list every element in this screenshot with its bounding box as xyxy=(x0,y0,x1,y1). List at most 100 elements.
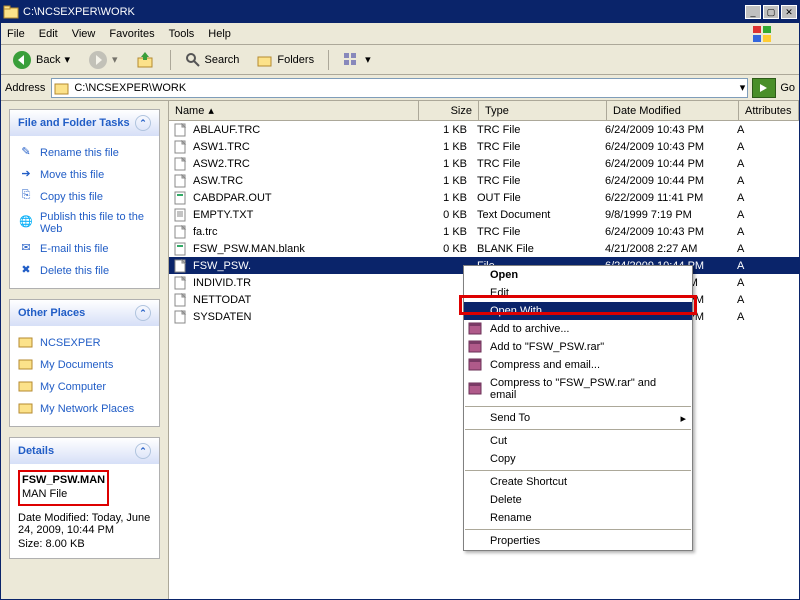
task-link[interactable]: ✎Rename this file xyxy=(18,142,151,164)
places-header[interactable]: Other Places ⌃ xyxy=(10,300,159,326)
windows-logo-icon xyxy=(751,24,779,44)
ctx-open[interactable]: Open xyxy=(464,266,692,284)
file-icon xyxy=(173,123,189,137)
ctx-edit[interactable]: Edit xyxy=(464,284,692,302)
archive-icon xyxy=(468,321,484,337)
file-icon xyxy=(173,310,189,324)
collapse-icon[interactable]: ⌃ xyxy=(135,115,151,131)
task-link[interactable]: 🌐Publish this file to the Web xyxy=(18,208,151,238)
go-label: Go xyxy=(780,82,795,94)
address-input[interactable]: C:\NCSEXPER\WORK ▾ xyxy=(51,78,748,98)
folder-icon xyxy=(18,379,34,395)
ctx-shortcut[interactable]: Create Shortcut xyxy=(464,473,692,491)
file-name: ASW.TRC xyxy=(193,175,243,187)
file-rows[interactable]: ABLAUF.TRC1 KBTRC File6/24/2009 10:43 PM… xyxy=(169,121,799,599)
file-row[interactable]: ABLAUF.TRC1 KBTRC File6/24/2009 10:43 PM… xyxy=(169,121,799,138)
file-attr: A xyxy=(737,141,797,153)
folder-icon xyxy=(18,401,34,417)
forward-icon xyxy=(88,50,108,70)
place-link[interactable]: My Network Places xyxy=(18,398,151,420)
collapse-icon[interactable]: ⌃ xyxy=(135,443,151,459)
col-date[interactable]: Date Modified xyxy=(607,101,739,120)
file-name: ABLAUF.TRC xyxy=(193,124,260,136)
file-attr: A xyxy=(737,243,797,255)
file-row[interactable]: ASW1.TRC1 KBTRC File6/24/2009 10:43 PMA xyxy=(169,138,799,155)
file-name: INDIVID.TR xyxy=(193,277,251,289)
task-link[interactable]: ✖Delete this file xyxy=(18,260,151,282)
file-attr: A xyxy=(737,158,797,170)
menu-file[interactable]: File xyxy=(7,28,25,40)
go-button[interactable] xyxy=(752,78,776,98)
submenu-arrow-icon: ▸ xyxy=(680,412,686,425)
toolbar: Back ▾ ▾ Search Folders ▾ xyxy=(1,45,799,75)
side-panel: File and Folder Tasks ⌃ ✎Rename this fil… xyxy=(1,101,169,599)
places-panel: Other Places ⌃ NCSEXPERMy DocumentsMy Co… xyxy=(9,299,160,427)
menu-favorites[interactable]: Favorites xyxy=(109,28,154,40)
task-link[interactable]: ➔Move this file xyxy=(18,164,151,186)
chevron-down-icon[interactable]: ▾ xyxy=(740,81,746,94)
file-row[interactable]: FSW_PSW.MAN.blank0 KBBLANK File4/21/2008… xyxy=(169,240,799,257)
place-link[interactable]: NCSEXPER xyxy=(18,332,151,354)
up-button[interactable] xyxy=(129,47,163,73)
ctx-compress-email[interactable]: Compress and email... xyxy=(464,356,692,374)
file-list-view: Name▴ Size Type Date Modified Attributes… xyxy=(169,101,799,599)
task-icon: ⎘ xyxy=(18,189,34,205)
ctx-add-rar[interactable]: Add to "FSW_PSW.rar" xyxy=(464,338,692,356)
ctx-send-to[interactable]: Send To▸ xyxy=(464,409,692,427)
file-row[interactable]: EMPTY.TXT0 KBText Document9/8/1999 7:19 … xyxy=(169,206,799,223)
col-attr[interactable]: Attributes xyxy=(739,101,799,120)
file-size: 1 KB xyxy=(417,192,477,204)
search-button[interactable]: Search xyxy=(178,49,247,71)
file-size: 1 KB xyxy=(417,141,477,153)
folder-icon xyxy=(18,335,34,351)
col-name[interactable]: Name▴ xyxy=(169,101,419,120)
ctx-compress-rar-email[interactable]: Compress to "FSW_PSW.rar" and email xyxy=(464,374,692,404)
minimize-button[interactable]: _ xyxy=(745,5,761,19)
file-icon xyxy=(173,276,189,290)
address-bar: Address C:\NCSEXPER\WORK ▾ Go xyxy=(1,75,799,101)
menu-view[interactable]: View xyxy=(72,28,96,40)
col-size[interactable]: Size xyxy=(419,101,479,120)
file-attr: A xyxy=(737,277,797,289)
archive-icon xyxy=(468,381,484,397)
file-name: EMPTY.TXT xyxy=(193,209,253,221)
task-icon: ✎ xyxy=(18,145,34,161)
ctx-open-with[interactable]: Open With... xyxy=(464,302,692,320)
back-icon xyxy=(12,50,32,70)
ctx-copy[interactable]: Copy xyxy=(464,450,692,468)
details-header[interactable]: Details ⌃ xyxy=(10,438,159,464)
folders-button[interactable]: Folders xyxy=(250,49,321,71)
menu-edit[interactable]: Edit xyxy=(39,28,58,40)
file-date: 6/24/2009 10:43 PM xyxy=(605,141,737,153)
file-row[interactable]: CABDPAR.OUT1 KBOUT File6/22/2009 11:41 P… xyxy=(169,189,799,206)
col-type[interactable]: Type xyxy=(479,101,607,120)
file-type: TRC File xyxy=(477,175,605,187)
close-button[interactable]: ✕ xyxy=(781,5,797,19)
details-highlight: FSW_PSW.MAN MAN File xyxy=(18,470,109,506)
file-attr: A xyxy=(737,192,797,204)
ctx-cut[interactable]: Cut xyxy=(464,432,692,450)
file-row[interactable]: ASW2.TRC1 KBTRC File6/24/2009 10:44 PMA xyxy=(169,155,799,172)
ctx-add-archive[interactable]: Add to archive... xyxy=(464,320,692,338)
file-type: BLANK File xyxy=(477,243,605,255)
file-icon xyxy=(173,174,189,188)
file-row[interactable]: ASW.TRC1 KBTRC File6/24/2009 10:44 PMA xyxy=(169,172,799,189)
ctx-rename[interactable]: Rename xyxy=(464,509,692,527)
place-link[interactable]: My Documents xyxy=(18,354,151,376)
menu-help[interactable]: Help xyxy=(208,28,231,40)
ctx-properties[interactable]: Properties xyxy=(464,532,692,550)
task-link[interactable]: ⎘Copy this file xyxy=(18,186,151,208)
menu-tools[interactable]: Tools xyxy=(169,28,195,40)
tasks-header[interactable]: File and Folder Tasks ⌃ xyxy=(10,110,159,136)
file-row[interactable]: fa.trc1 KBTRC File6/24/2009 10:43 PMA xyxy=(169,223,799,240)
collapse-icon[interactable]: ⌃ xyxy=(135,305,151,321)
file-icon xyxy=(173,225,189,239)
titlebar[interactable]: C:\NCSEXPER\WORK _ ▢ ✕ xyxy=(1,1,799,23)
views-button[interactable]: ▾ xyxy=(336,49,378,71)
back-button[interactable]: Back ▾ xyxy=(5,47,77,73)
place-link[interactable]: My Computer xyxy=(18,376,151,398)
task-link[interactable]: ✉E-mail this file xyxy=(18,238,151,260)
forward-button[interactable]: ▾ xyxy=(81,47,125,73)
ctx-delete[interactable]: Delete xyxy=(464,491,692,509)
maximize-button[interactable]: ▢ xyxy=(763,5,779,19)
